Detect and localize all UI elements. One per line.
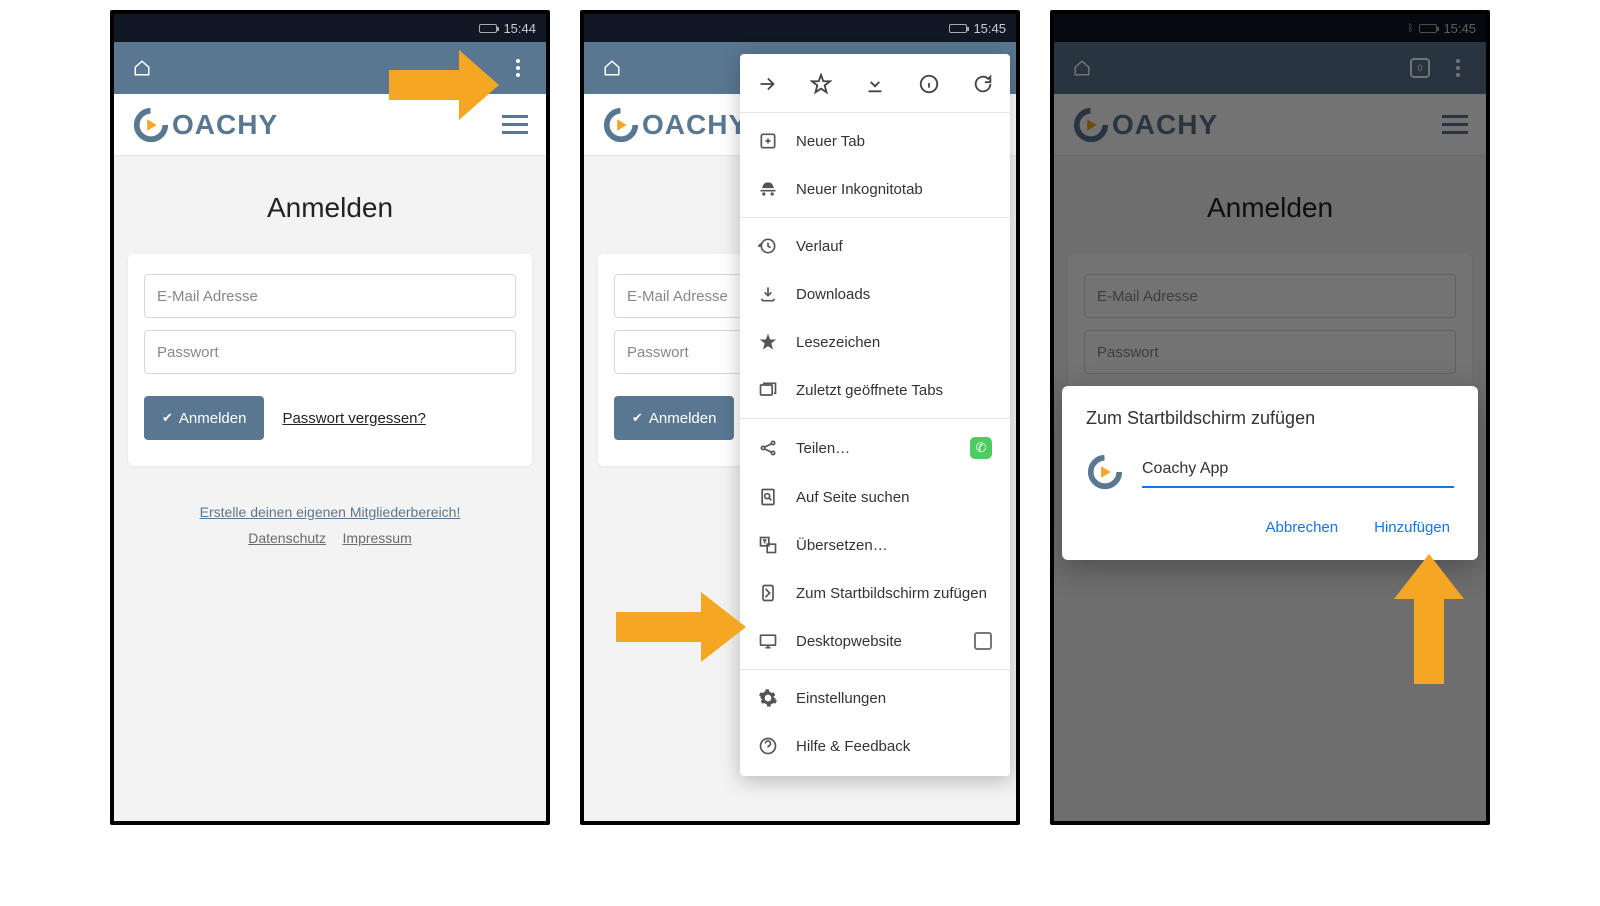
downloads-icon — [758, 284, 778, 304]
incognito-icon — [758, 179, 778, 199]
forgot-password-link[interactable]: Passwort vergessen? — [282, 410, 425, 427]
history-icon — [758, 236, 778, 256]
menu-separator — [740, 217, 1010, 218]
info-icon[interactable] — [918, 73, 940, 95]
dialog-title: Zum Startbildschirm zufügen — [1086, 408, 1454, 429]
bookmarks-icon — [758, 332, 778, 352]
page-title: Anmelden — [122, 192, 538, 224]
home-icon[interactable] — [602, 59, 622, 77]
menu-item-find[interactable]: Auf Seite suchen — [740, 473, 1010, 521]
coachy-logo: OACHY — [132, 106, 278, 144]
whatsapp-icon: ✆ — [970, 437, 992, 459]
menu-item-label: Verlauf — [796, 238, 843, 255]
help-icon — [758, 736, 778, 756]
menu-item-downloads[interactable]: Downloads — [740, 270, 1010, 318]
translate-icon — [758, 535, 778, 555]
menu-separator — [740, 112, 1010, 113]
phone-screenshot-2: 15:45 OACHY A ✔ Anmelden E — [580, 10, 1020, 825]
status-bar: 15:44 — [114, 14, 546, 42]
menu-item-label: Neuer Inkognitotab — [796, 181, 923, 198]
desktop-icon — [758, 631, 778, 651]
menu-item-translate[interactable]: Übersetzen… — [740, 521, 1010, 569]
hamburger-menu-icon[interactable] — [502, 115, 528, 134]
find-icon — [758, 487, 778, 507]
menu-item-label: Neuer Tab — [796, 133, 865, 150]
imprint-link[interactable]: Impressum — [343, 530, 412, 546]
home-icon[interactable] — [132, 59, 152, 77]
login-button-label: Anmelden — [649, 410, 717, 427]
arrow-callout-3 — [1394, 554, 1464, 684]
battery-icon — [479, 24, 497, 33]
check-icon: ✔ — [162, 410, 173, 426]
phone-screenshot-3: ᛒ 15:45 0 OACHY Anmelden Datenschutz — [1050, 10, 1490, 825]
menu-item-label: Übersetzen… — [796, 537, 888, 554]
login-button-label: Anmelden — [179, 410, 247, 427]
app-icon — [1086, 453, 1124, 491]
check-icon: ✔ — [632, 410, 643, 426]
privacy-link[interactable]: Datenschutz — [248, 530, 326, 546]
menu-item-recent-tabs[interactable]: Zuletzt geöffnete Tabs — [740, 366, 1010, 414]
add-home-icon — [758, 583, 778, 603]
menu-item-label: Auf Seite suchen — [796, 489, 909, 506]
menu-item-label: Einstellungen — [796, 690, 886, 707]
refresh-icon[interactable] — [972, 73, 994, 95]
menu-separator — [740, 669, 1010, 670]
password-field[interactable] — [144, 330, 516, 374]
menu-item-label: Desktopwebsite — [796, 633, 902, 650]
login-button[interactable]: ✔ Anmelden — [614, 396, 734, 440]
menu-separator — [740, 418, 1010, 419]
login-card: ✔ Anmelden Passwort vergessen? — [128, 254, 532, 466]
login-button[interactable]: ✔ Anmelden — [144, 396, 264, 440]
arrow-callout-2 — [616, 592, 746, 662]
settings-icon — [758, 688, 778, 708]
menu-item-label: Lesezeichen — [796, 334, 880, 351]
logo-text: OACHY — [642, 109, 748, 140]
coachy-logo: OACHY — [602, 106, 748, 144]
menu-item-label: Zum Startbildschirm zufügen — [796, 585, 987, 602]
menu-item-settings[interactable]: Einstellungen — [740, 674, 1010, 722]
menu-item-help[interactable]: Hilfe & Feedback — [740, 722, 1010, 770]
menu-top-row — [740, 60, 1010, 108]
battery-icon — [949, 24, 967, 33]
status-bar: 15:45 — [584, 14, 1016, 42]
cancel-button[interactable]: Abbrechen — [1262, 511, 1343, 544]
add-button[interactable]: Hinzufügen — [1370, 511, 1454, 544]
recent-tabs-icon — [758, 380, 778, 400]
star-icon[interactable] — [810, 73, 832, 95]
menu-item-label: Zuletzt geöffnete Tabs — [796, 382, 943, 399]
add-to-homescreen-dialog: Zum Startbildschirm zufügen Abbrechen Hi… — [1062, 386, 1478, 560]
menu-item-add-home[interactable]: Zum Startbildschirm zufügen — [740, 569, 1010, 617]
forward-icon[interactable] — [756, 73, 778, 95]
menu-item-label: Teilen… — [796, 440, 850, 457]
status-time: 15:45 — [973, 21, 1006, 36]
checkbox-icon — [974, 632, 992, 650]
arrow-callout-1 — [389, 50, 499, 120]
menu-item-share[interactable]: Teilen… ✆ — [740, 423, 1010, 473]
status-time: 15:44 — [503, 21, 536, 36]
page-body: Anmelden ✔ Anmelden Passwort vergessen? … — [114, 192, 546, 550]
menu-item-new-tab[interactable]: Neuer Tab — [740, 117, 1010, 165]
cta-link[interactable]: Erstelle deinen eigenen Mitgliederbereic… — [128, 504, 532, 520]
email-field[interactable] — [144, 274, 516, 318]
menu-item-label: Hilfe & Feedback — [796, 738, 910, 755]
menu-item-bookmarks[interactable]: Lesezeichen — [740, 318, 1010, 366]
menu-item-history[interactable]: Verlauf — [740, 222, 1010, 270]
footer-links: Erstelle deinen eigenen Mitgliederbereic… — [122, 504, 538, 550]
shortcut-name-input[interactable] — [1142, 456, 1454, 488]
new-tab-icon — [758, 131, 778, 151]
kebab-menu-icon[interactable] — [508, 59, 528, 77]
logo-text: OACHY — [172, 109, 278, 140]
chrome-overflow-menu: Neuer Tab Neuer Inkognitotab Verlauf Dow… — [740, 54, 1010, 776]
menu-item-label: Downloads — [796, 286, 870, 303]
menu-item-incognito[interactable]: Neuer Inkognitotab — [740, 165, 1010, 213]
phone-screenshot-1: 15:44 OACHY Anmelden ✔ Anmelden — [110, 10, 550, 825]
share-icon — [758, 438, 778, 458]
menu-item-desktop[interactable]: Desktopwebsite — [740, 617, 1010, 665]
download-icon[interactable] — [864, 73, 886, 95]
